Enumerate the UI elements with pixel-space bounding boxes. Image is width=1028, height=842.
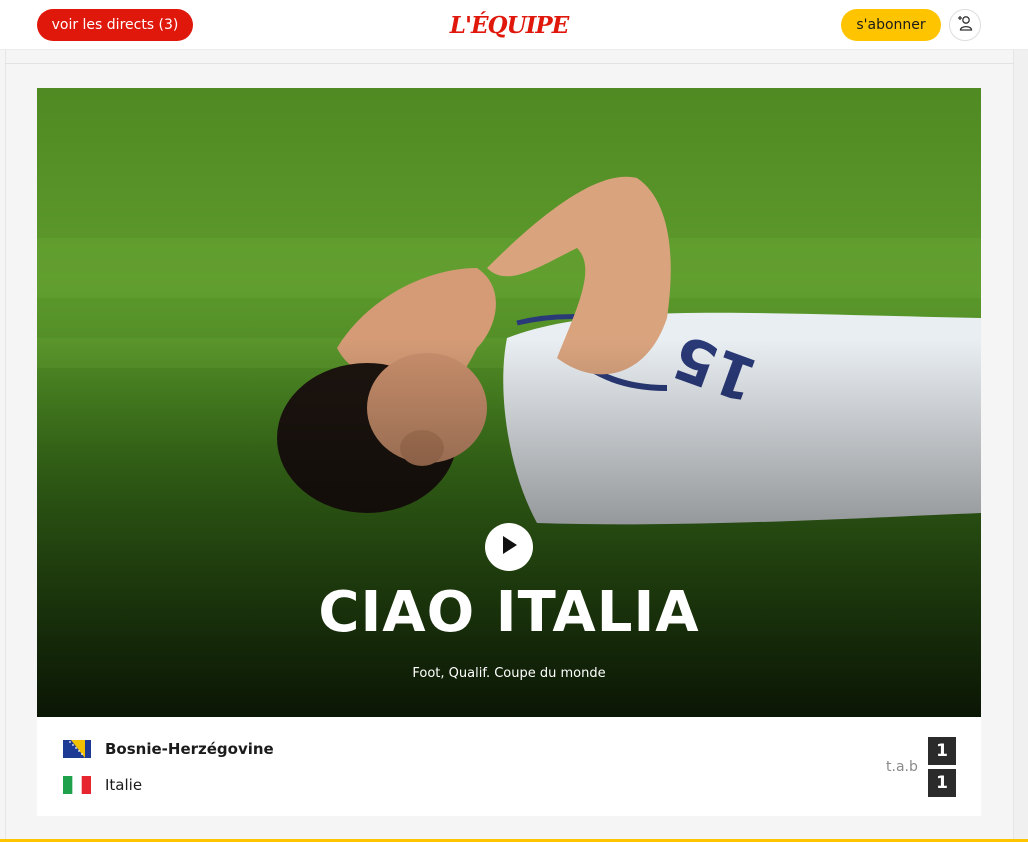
play-button[interactable] (485, 523, 533, 571)
team-name: Bosnie-Herzégovine (105, 740, 274, 758)
team-row-bosnia[interactable]: Bosnie-Herzégovine (63, 736, 274, 762)
match-scorecard[interactable]: Bosnie-Herzégovine Italie t.a.b 1 1 (37, 717, 981, 816)
score-team1: 1 (928, 737, 956, 765)
hero-article[interactable]: 15 CIAO ITALIA Foot, Qualif. Coupe du mo… (37, 88, 981, 717)
article-category: Foot, Qualif. Coupe du monde (412, 666, 606, 681)
divider (5, 63, 1014, 64)
lequipe-logo[interactable]: L'ÉQUIPE (450, 10, 569, 40)
italy-flag-icon (63, 776, 91, 794)
bosnia-flag-icon (63, 740, 91, 758)
play-icon (500, 535, 518, 559)
scrollbar-track[interactable] (1014, 50, 1028, 842)
team-row-italy[interactable]: Italie (63, 772, 142, 798)
user-add-icon (956, 14, 974, 36)
penalty-shootout-note: t.a.b (886, 759, 918, 775)
top-bar: voir les directs (3) L'ÉQUIPE s'abonner (0, 0, 1028, 50)
headline[interactable]: CIAO ITALIA (37, 578, 981, 648)
subscribe-button[interactable]: s'abonner (841, 9, 941, 41)
team-name: Italie (105, 776, 143, 794)
account-button[interactable] (949, 9, 981, 41)
score-team2: 1 (928, 769, 956, 797)
live-matches-button[interactable]: voir les directs (3) (37, 9, 193, 41)
